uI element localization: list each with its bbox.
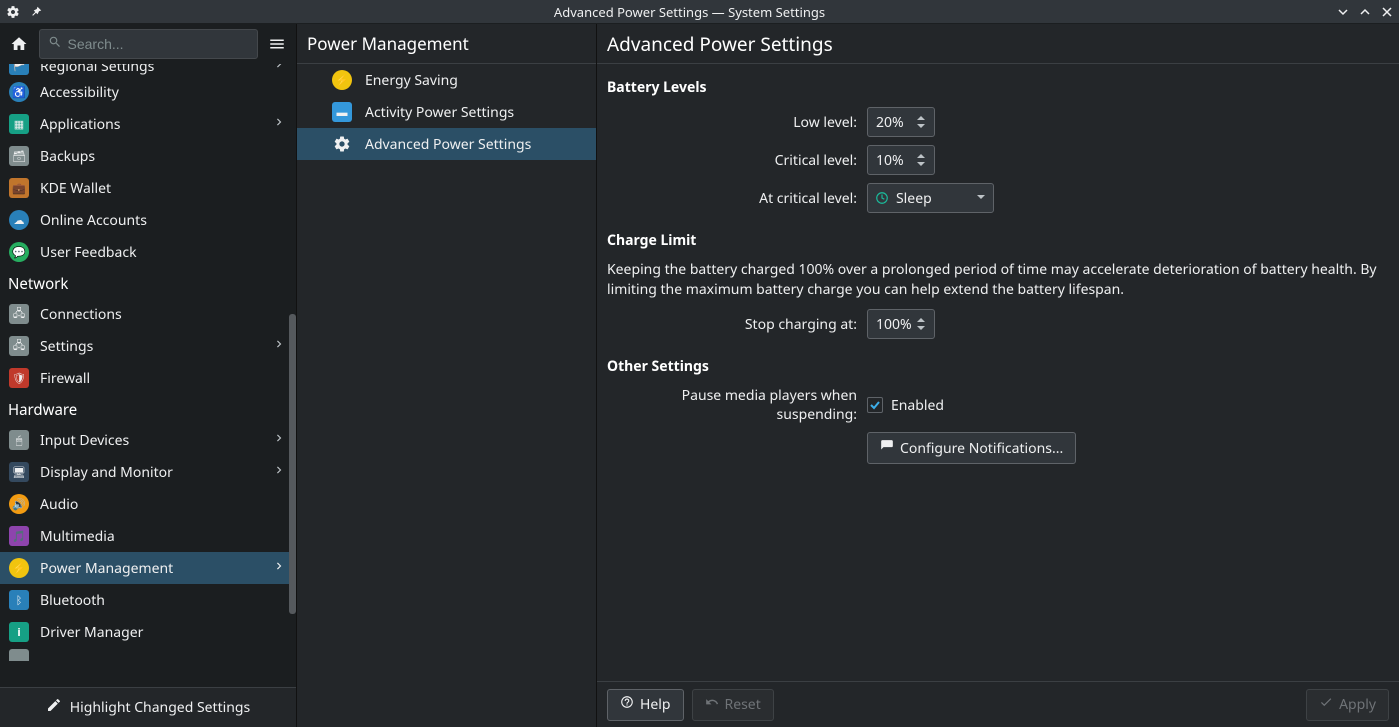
spin-up-icon[interactable] — [916, 317, 930, 324]
pause-media-checkbox[interactable] — [867, 397, 883, 413]
sidebar-item-kde-wallet[interactable]: 💼 KDE Wallet — [0, 172, 296, 204]
chevron-right-icon — [272, 115, 288, 134]
subcategory-column: Power Management ⚡ Energy Saving ▬ Activ… — [297, 24, 597, 727]
search-box[interactable] — [39, 29, 258, 59]
chevron-right-icon — [272, 64, 288, 76]
at-critical-label: At critical level: — [607, 189, 867, 208]
sidebar: 🏳️ Regional Settings ♿ Accessibility ▦ A… — [0, 24, 297, 727]
configure-notifications-button[interactable]: Configure Notifications... — [867, 432, 1076, 464]
pause-media-label: Pause media players when suspending: — [607, 386, 867, 424]
category-header-network: Network — [0, 268, 296, 298]
spin-up-icon[interactable] — [916, 115, 930, 122]
chevron-down-icon — [975, 189, 987, 208]
sidebar-item-network-settings[interactable]: 🖧 Settings — [0, 330, 296, 362]
sidebar-item-regional-settings[interactable]: 🏳️ Regional Settings — [0, 64, 296, 76]
undo-icon — [705, 695, 719, 714]
spin-down-icon[interactable] — [916, 324, 930, 331]
home-button[interactable] — [6, 30, 33, 58]
sidebar-item-audio[interactable]: 🔊 Audio — [0, 488, 296, 520]
sidebar-item-power-management[interactable]: ⚡ Power Management — [0, 552, 296, 584]
category-header-hardware: Hardware — [0, 394, 296, 424]
titlebar: Advanced Power Settings — System Setting… — [0, 0, 1399, 24]
help-icon — [620, 695, 634, 714]
search-input[interactable] — [68, 36, 249, 52]
stop-charging-spinbox[interactable]: 100% — [867, 309, 935, 339]
sidebar-item-firewall[interactable]: 🛡 Firewall — [0, 362, 296, 394]
settings-app-icon — [6, 5, 20, 19]
sub-item-advanced-power[interactable]: Advanced Power Settings — [297, 128, 596, 160]
maximize-button[interactable] — [1359, 6, 1371, 18]
search-icon — [48, 35, 62, 54]
highlight-changed-button[interactable]: Highlight Changed Settings — [0, 687, 296, 727]
sidebar-item-input-devices[interactable]: 🖱 Input Devices — [0, 424, 296, 456]
window-title: Advanced Power Settings — System Setting… — [42, 3, 1337, 21]
stop-charging-label: Stop charging at: — [607, 315, 867, 334]
reset-button: Reset — [692, 689, 774, 721]
apply-button: Apply — [1306, 689, 1389, 721]
spin-down-icon[interactable] — [916, 160, 930, 167]
chevron-right-icon — [272, 463, 288, 482]
section-battery-levels: Battery Levels — [607, 78, 1389, 97]
highlight-icon — [46, 697, 62, 718]
titlebar-left — [6, 5, 42, 19]
spin-up-icon[interactable] — [916, 153, 930, 160]
sidebar-item-backups[interactable]: 🗃 Backups — [0, 140, 296, 172]
sidebar-item-multimedia[interactable]: 🎵 Multimedia — [0, 520, 296, 552]
low-level-label: Low level: — [607, 113, 867, 132]
minimize-button[interactable] — [1337, 6, 1349, 18]
section-charge-limit: Charge Limit — [607, 231, 1389, 250]
sidebar-item-online-accounts[interactable]: ☁ Online Accounts — [0, 204, 296, 236]
charge-limit-description: Keeping the battery charged 100% over a … — [607, 260, 1387, 299]
window-controls — [1337, 6, 1393, 18]
sub-item-activity-power[interactable]: ▬ Activity Power Settings — [297, 96, 596, 128]
sleep-icon — [874, 190, 890, 206]
content-pane: Advanced Power Settings Battery Levels L… — [597, 24, 1399, 727]
chevron-right-icon — [272, 559, 288, 578]
critical-level-label: Critical level: — [607, 151, 867, 170]
enabled-label: Enabled — [891, 396, 944, 415]
sidebar-item-user-feedback[interactable]: 💬 User Feedback — [0, 236, 296, 268]
notification-icon — [880, 439, 894, 458]
sub-item-energy-saving[interactable]: ⚡ Energy Saving — [297, 64, 596, 96]
sidebar-item-cut[interactable] — [0, 648, 296, 661]
menu-button[interactable] — [264, 30, 291, 58]
sidebar-item-applications[interactable]: ▦ Applications — [0, 108, 296, 140]
sidebar-item-connections[interactable]: 🖧 Connections — [0, 298, 296, 330]
chevron-right-icon — [272, 431, 288, 450]
scrollbar-thumb[interactable] — [289, 314, 296, 614]
sidebar-item-driver-manager[interactable]: i Driver Manager — [0, 616, 296, 648]
sidebar-item-display-monitor[interactable]: 🖥 Display and Monitor — [0, 456, 296, 488]
close-button[interactable] — [1381, 6, 1393, 18]
low-level-spinbox[interactable]: 20% — [867, 107, 935, 137]
critical-level-spinbox[interactable]: 10% — [867, 145, 935, 175]
help-button[interactable]: Help — [607, 689, 684, 721]
spin-down-icon[interactable] — [916, 122, 930, 129]
check-icon — [1319, 695, 1333, 714]
at-critical-combobox[interactable]: Sleep — [867, 183, 994, 213]
section-other-settings: Other Settings — [607, 357, 1389, 376]
sidebar-item-accessibility[interactable]: ♿ Accessibility — [0, 76, 296, 108]
subcategory-header: Power Management — [297, 24, 596, 64]
chevron-right-icon — [272, 337, 288, 356]
highlight-label: Highlight Changed Settings — [70, 698, 250, 717]
pin-icon[interactable] — [30, 6, 42, 18]
sidebar-item-bluetooth[interactable]: ᛒ Bluetooth — [0, 584, 296, 616]
content-title: Advanced Power Settings — [597, 24, 1399, 64]
